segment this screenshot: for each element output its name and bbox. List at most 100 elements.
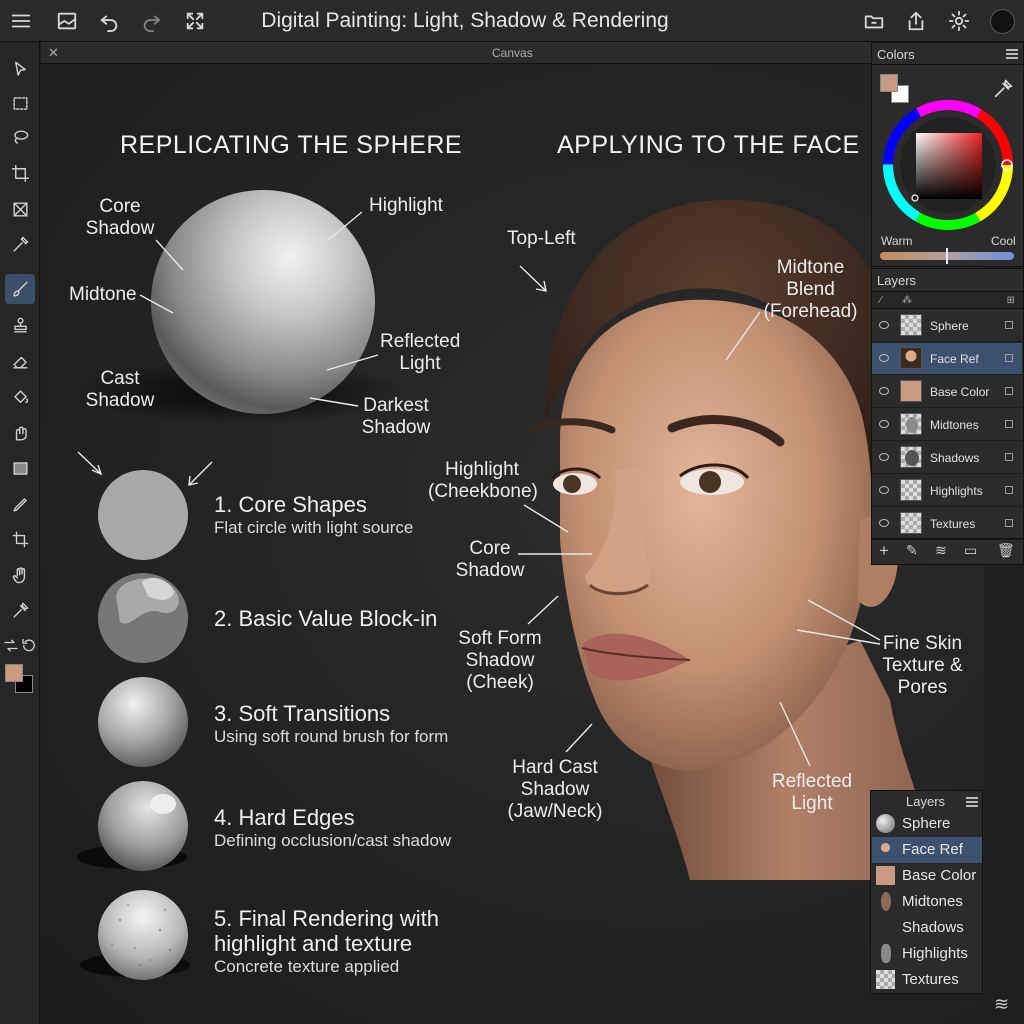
step4-highlight — [150, 794, 176, 814]
folder-icon[interactable] — [859, 6, 889, 36]
layer-thumb — [900, 512, 922, 534]
menu-icon[interactable] — [6, 6, 36, 36]
layer-lock-icon[interactable] — [1005, 321, 1013, 329]
layer-compact-sphere[interactable]: Sphere — [872, 811, 982, 837]
layer-lock-icon[interactable] — [1005, 420, 1013, 428]
layers-stack-icon[interactable]: ≋ — [994, 994, 1009, 1015]
redo-icon[interactable] — [137, 6, 167, 36]
eye-icon[interactable] — [879, 321, 889, 329]
label-cast-shadow: Cast Shadow — [85, 368, 155, 411]
smudge-tool-icon[interactable] — [5, 418, 35, 448]
image-icon[interactable] — [52, 6, 82, 36]
layer-thumb — [900, 314, 922, 336]
layer-compact-highlights[interactable]: Highlights — [872, 941, 982, 967]
layer-name: Base Color — [902, 867, 977, 884]
color-wheel[interactable] — [880, 97, 1016, 233]
eye-icon[interactable] — [879, 354, 889, 362]
eye-icon[interactable] — [879, 387, 889, 395]
layer-row-base-color[interactable]: Base Color — [872, 376, 1022, 408]
crop-tool-icon[interactable] — [5, 158, 35, 188]
label-highlight-cheekbone: Highlight (Cheekbone) — [428, 459, 538, 502]
layers-panel-title: Layers — [877, 273, 917, 288]
step4-title: 4. Hard Edges — [214, 805, 355, 830]
layer-row-textures[interactable]: Textures — [872, 508, 1022, 540]
stack-icon[interactable]: ≋ — [935, 542, 947, 559]
layer-row-highlights[interactable]: Highlights — [872, 475, 1022, 507]
transform-tool-icon[interactable] — [5, 524, 35, 554]
step2-title: 2. Basic Value Block-in — [214, 606, 438, 631]
hand-tool-icon[interactable] — [5, 560, 35, 590]
layer-thumb — [900, 479, 922, 501]
label-core-shadow-face: Core Shadow — [455, 538, 525, 581]
layer-row-face-ref[interactable]: Face Ref — [872, 343, 1022, 375]
label-fine-skin: Fine Skin Texture & Pores — [882, 633, 963, 698]
layer-lock-icon[interactable] — [1005, 486, 1013, 494]
folder-icon[interactable]: ▭ — [964, 542, 977, 559]
frame-tool-icon[interactable] — [5, 194, 35, 224]
layer-thumb-face — [900, 347, 922, 369]
foreground-color-swatch[interactable] — [5, 664, 23, 682]
trash-icon[interactable]: 🗑 — [997, 542, 1015, 559]
layer-lock-icon[interactable] — [1005, 519, 1013, 527]
layer-lock-icon[interactable] — [1005, 453, 1013, 461]
edit-layer-icon[interactable]: ✎ — [906, 542, 918, 559]
warm-cool-slider-thumb[interactable] — [946, 248, 948, 264]
layer-compact-midtones[interactable]: Midtones — [872, 889, 982, 915]
layer-thumb — [876, 814, 895, 833]
layers-grid-icon[interactable]: ⊞ — [1007, 295, 1015, 306]
label-reflected-light-face: Reflected Light — [771, 771, 853, 814]
layer-compact-base-color[interactable]: Base Color — [872, 863, 982, 889]
swap-colors-icon[interactable] — [2, 636, 20, 654]
colors-panel-title: Colors — [877, 47, 915, 62]
layer-name: Shadows — [902, 919, 964, 936]
layer-name: Shadows — [930, 451, 980, 465]
layer-thumb — [881, 944, 891, 963]
layer-thumb — [900, 446, 922, 468]
eraser-tool-icon[interactable] — [5, 346, 35, 376]
layer-lock-icon[interactable] — [1005, 387, 1013, 395]
layer-compact-textures[interactable]: Textures — [872, 967, 982, 993]
fill-tool-icon[interactable] — [5, 382, 35, 412]
gradient-tool-icon[interactable] — [5, 453, 35, 483]
label-soft-form-shadow: Soft Form Shadow (Cheek) — [458, 628, 542, 693]
add-layer-icon[interactable]: + — [879, 541, 889, 561]
brush-tool-icon[interactable] — [5, 274, 35, 304]
layer-row-shadows[interactable]: Shadows — [872, 442, 1022, 474]
step1-sphere — [98, 470, 188, 560]
reference-sphere — [151, 190, 375, 414]
colors-panel-menu-icon[interactable] — [1006, 49, 1018, 59]
layer-name: Sphere — [902, 815, 951, 832]
colors-fg-swatch[interactable] — [880, 74, 898, 92]
undo-icon[interactable] — [94, 6, 124, 36]
close-canvas-icon[interactable]: ✕ — [48, 45, 59, 61]
share-icon[interactable] — [901, 6, 931, 36]
label-darkest-shadow: Darkest Shadow — [361, 395, 431, 438]
avatar[interactable] — [990, 9, 1015, 34]
eye-icon[interactable] — [879, 486, 889, 494]
eyedropper-tool-icon[interactable] — [5, 229, 35, 259]
eye-icon[interactable] — [879, 453, 889, 461]
expand-icon[interactable] — [180, 6, 210, 36]
eye-icon[interactable] — [879, 420, 889, 428]
layer-name: Face Ref — [930, 352, 979, 366]
eye-icon[interactable] — [879, 519, 889, 527]
layer-compact-face-ref[interactable]: Face Ref — [872, 837, 982, 863]
canvas-tab-label: Canvas — [492, 46, 533, 60]
pen-tool-icon[interactable] — [5, 489, 35, 519]
move-tool-icon[interactable] — [5, 54, 35, 84]
stamp-tool-icon[interactable] — [5, 310, 35, 340]
layers-compact-menu-icon[interactable] — [966, 797, 978, 807]
gear-icon[interactable] — [944, 6, 974, 36]
layers-settings-icon[interactable]: ⁂ — [902, 295, 912, 306]
layer-lock-icon[interactable] — [1005, 354, 1013, 362]
layer-row-sphere[interactable]: Sphere — [872, 310, 1022, 342]
label-midtone-blend: Midtone Blend (Forehead) — [763, 257, 858, 322]
lasso-tool-icon[interactable] — [5, 122, 35, 152]
picker-tool-icon[interactable] — [5, 595, 35, 625]
layer-thumb — [876, 918, 895, 937]
layer-compact-shadows[interactable]: Shadows — [872, 915, 982, 941]
marquee-tool-icon[interactable] — [5, 88, 35, 118]
layer-row-midtones[interactable]: Midtones — [872, 409, 1022, 441]
step4-subtitle: Defining occlusion/cast shadow — [214, 831, 452, 850]
reset-colors-icon[interactable] — [20, 636, 38, 654]
